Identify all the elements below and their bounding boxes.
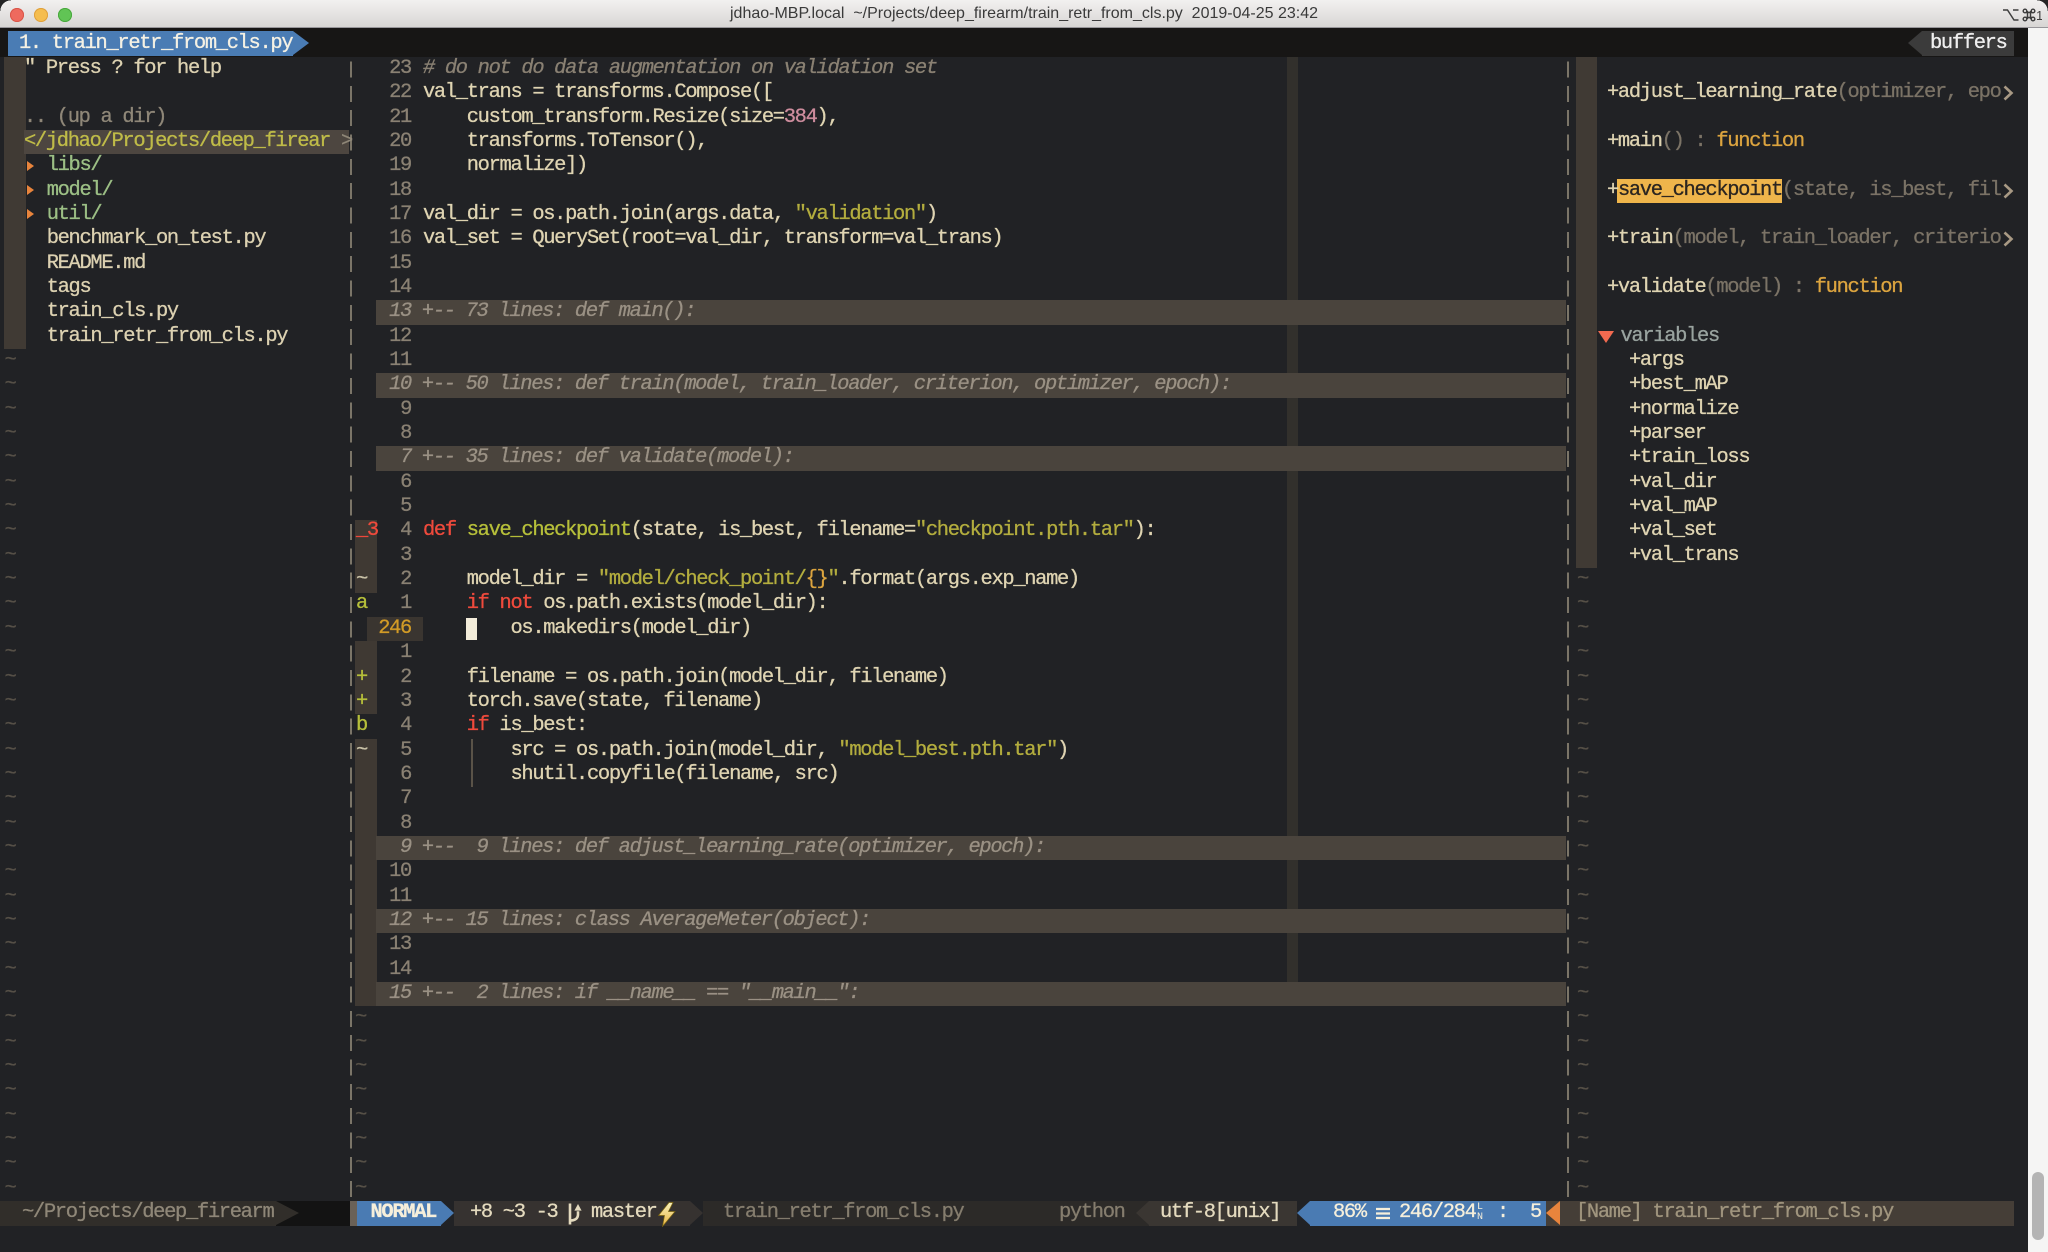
svg-text:1: 1 bbox=[2036, 8, 2042, 23]
